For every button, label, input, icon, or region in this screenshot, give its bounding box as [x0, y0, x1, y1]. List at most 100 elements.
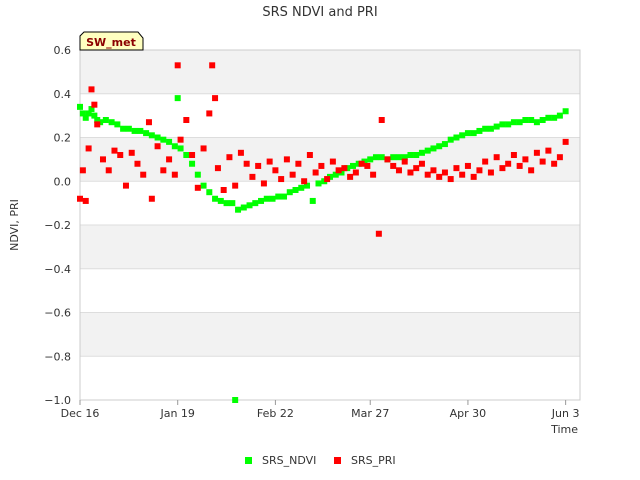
- point-srs-pri: [85, 145, 92, 152]
- point-srs-ndvi: [183, 152, 190, 158]
- point-srs-pri: [237, 149, 244, 156]
- point-srs-ndvi: [436, 143, 443, 150]
- point-srs-ndvi: [292, 187, 299, 193]
- point-srs-ndvi: [189, 160, 196, 167]
- point-srs-ndvi: [298, 184, 305, 191]
- point-srs-pri: [539, 158, 546, 165]
- site-badge-label: SW_met: [86, 36, 136, 49]
- point-srs-pri: [358, 160, 365, 167]
- point-srs-pri: [278, 176, 285, 183]
- point-srs-pri: [122, 182, 129, 189]
- point-srs-ndvi: [407, 152, 414, 158]
- point-srs-pri: [111, 147, 118, 154]
- y-axis-ticks: 0.6 0.4 0.2 0.0 −0.2 −0.4 −0.6 −0.8 −1.0: [44, 44, 71, 407]
- point-srs-pri: [335, 167, 342, 174]
- point-srs-pri: [212, 95, 219, 102]
- point-srs-ndvi: [551, 114, 558, 121]
- point-srs-ndvi: [562, 108, 569, 115]
- legend-marker-ndvi: [245, 457, 252, 464]
- point-srs-ndvi: [516, 119, 523, 126]
- point-srs-ndvi: [102, 117, 109, 123]
- y-tick-label: −0.2: [44, 219, 71, 232]
- point-srs-pri: [91, 101, 98, 108]
- point-srs-ndvi: [476, 127, 483, 134]
- point-srs-ndvi: [315, 180, 322, 187]
- point-srs-ndvi: [206, 189, 213, 196]
- point-srs-ndvi: [464, 130, 471, 137]
- point-srs-ndvi: [528, 117, 535, 123]
- point-srs-ndvi: [487, 125, 494, 132]
- point-srs-pri: [88, 86, 95, 93]
- background-band: [80, 181, 580, 225]
- point-srs-ndvi: [246, 202, 253, 209]
- point-srs-ndvi: [533, 119, 540, 126]
- legend-marker-pri: [334, 457, 341, 464]
- legend: SRS_NDVI SRS_PRI: [245, 454, 396, 467]
- point-srs-pri: [306, 152, 313, 158]
- point-srs-pri: [375, 230, 382, 237]
- point-srs-ndvi: [470, 130, 477, 137]
- point-srs-ndvi: [441, 141, 448, 148]
- point-srs-pri: [441, 169, 448, 176]
- point-srs-pri: [329, 158, 336, 165]
- point-srs-pri: [516, 162, 523, 169]
- point-srs-ndvi: [108, 119, 115, 126]
- point-srs-pri: [77, 195, 83, 202]
- point-srs-pri: [318, 162, 325, 169]
- point-srs-ndvi: [174, 95, 181, 102]
- point-srs-pri: [341, 165, 348, 172]
- point-srs-pri: [183, 117, 190, 123]
- point-srs-pri: [407, 169, 414, 176]
- y-tick-label: 0.2: [54, 132, 72, 145]
- point-srs-pri: [148, 195, 155, 202]
- y-tick-label: 0.4: [54, 88, 72, 101]
- point-srs-ndvi: [200, 182, 207, 189]
- point-srs-pri: [232, 182, 239, 189]
- point-srs-ndvi: [395, 154, 402, 161]
- point-srs-pri: [312, 169, 319, 176]
- point-srs-pri: [453, 165, 460, 172]
- point-srs-ndvi: [424, 147, 431, 154]
- point-srs-ndvi: [229, 200, 236, 207]
- point-srs-pri: [430, 167, 437, 174]
- point-srs-pri: [220, 187, 227, 193]
- point-srs-pri: [154, 143, 161, 150]
- point-srs-pri: [117, 152, 124, 158]
- point-srs-ndvi: [148, 132, 155, 139]
- point-srs-pri: [145, 119, 152, 126]
- point-srs-pri: [194, 184, 201, 191]
- point-srs-ndvi: [430, 145, 437, 152]
- point-srs-pri: [160, 167, 167, 174]
- point-srs-pri: [545, 147, 552, 154]
- y-tick-label: 0.0: [54, 175, 72, 188]
- x-tick-label: Feb 22: [257, 407, 294, 420]
- point-srs-pri: [364, 162, 371, 169]
- point-srs-ndvi: [154, 134, 161, 141]
- point-srs-pri: [493, 154, 500, 161]
- point-srs-ndvi: [499, 121, 506, 128]
- point-srs-pri: [384, 156, 391, 163]
- point-srs-ndvi: [131, 127, 138, 134]
- point-srs-ndvi: [212, 195, 219, 202]
- point-srs-ndvi: [286, 189, 293, 196]
- point-srs-ndvi: [522, 117, 529, 123]
- legend-label-pri: SRS_PRI: [351, 454, 396, 467]
- point-srs-pri: [134, 160, 141, 167]
- x-tick-label: Jan 19: [159, 407, 194, 420]
- point-srs-pri: [482, 158, 489, 165]
- point-srs-pri: [82, 197, 89, 204]
- point-srs-pri: [464, 162, 471, 169]
- point-srs-pri: [128, 149, 135, 156]
- point-srs-ndvi: [459, 132, 466, 139]
- legend-label-ndvi: SRS_NDVI: [262, 454, 316, 467]
- point-srs-ndvi: [505, 121, 512, 128]
- point-srs-ndvi: [258, 197, 265, 204]
- point-srs-ndvi: [349, 162, 356, 169]
- point-srs-ndvi: [114, 121, 121, 128]
- point-srs-pri: [249, 173, 256, 180]
- point-srs-pri: [556, 154, 563, 161]
- point-srs-ndvi: [418, 149, 425, 156]
- background-band: [80, 50, 580, 94]
- point-srs-ndvi: [252, 200, 259, 207]
- point-srs-ndvi: [137, 127, 144, 134]
